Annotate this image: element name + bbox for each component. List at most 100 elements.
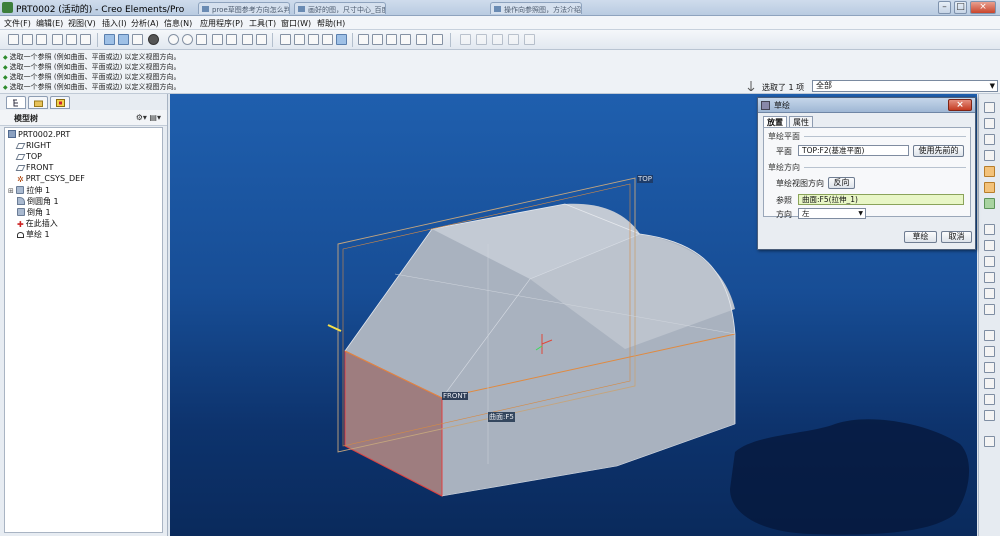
browser-tab-1[interactable]: proe草图参考方向怎么判断_百度 [198, 2, 290, 14]
new-file-icon[interactable] [8, 34, 19, 45]
print-icon[interactable] [52, 34, 63, 45]
browser-tab-3[interactable]: 操作向参照图，方法介绍 [490, 2, 582, 14]
datum-planes-icon[interactable] [358, 34, 369, 45]
shading-icon[interactable] [322, 34, 333, 45]
tab-properties[interactable]: 属性 [789, 116, 813, 127]
direction-select[interactable]: 左 ▼ [798, 208, 866, 219]
csys-tool-icon[interactable] [524, 34, 535, 45]
tab-model-tree[interactable] [6, 96, 26, 109]
select-icon[interactable] [132, 34, 143, 45]
close-window-button[interactable]: × [970, 1, 996, 14]
hidden-line-icon[interactable] [294, 34, 305, 45]
shell-tool-icon[interactable] [984, 240, 995, 251]
tree-item-front[interactable]: FRONT [15, 163, 53, 174]
zoom-out-icon[interactable] [182, 34, 193, 45]
selection-filter-select[interactable]: 全部 ▼ [812, 80, 998, 92]
plane-field[interactable]: TOP:F2(基准平面) [798, 145, 909, 156]
tree-item-top[interactable]: TOP [15, 152, 43, 163]
tree-item-right[interactable]: RIGHT [15, 141, 51, 152]
cancel-button[interactable]: 取消 [941, 231, 972, 243]
sweep-tool-icon[interactable] [984, 198, 995, 209]
find-icon[interactable] [118, 34, 129, 45]
tree-item-round[interactable]: 倒圆角 1 [17, 196, 59, 207]
direction-arrow-icon[interactable] [327, 324, 342, 332]
refit-icon[interactable] [196, 34, 207, 45]
email-icon[interactable] [66, 34, 77, 45]
tree-item-part[interactable]: PRT0002.PRT [8, 130, 70, 141]
hole-tool-icon[interactable] [984, 224, 995, 235]
csys-display-icon[interactable] [400, 34, 411, 45]
tree-settings-icon[interactable]: ⚙▾ ▤▾ [136, 113, 161, 122]
round-tool-icon[interactable] [984, 288, 995, 299]
plane-tool-icon[interactable] [460, 34, 471, 45]
menu-analysis[interactable]: 分析(A) [131, 18, 159, 29]
point-tool-icon[interactable] [492, 34, 503, 45]
tree-item-sketch[interactable]: 草绘 1 [17, 229, 50, 240]
expand-icon[interactable]: ⊞ [8, 187, 14, 195]
maximize-button[interactable]: □ [954, 1, 967, 14]
browser-tab-2[interactable]: 画好的图，尺寸中心_百度经验 [294, 2, 386, 14]
pattern-tool-icon[interactable] [984, 330, 995, 341]
draft-tool-icon[interactable] [984, 272, 995, 283]
merge-tool-icon[interactable] [984, 362, 995, 373]
layers-icon[interactable] [242, 34, 253, 45]
rib-tool-icon[interactable] [984, 256, 995, 267]
sketch-tool-icon[interactable] [984, 102, 995, 113]
tree-item-label: TOP [26, 152, 43, 161]
tree-item-chamfer[interactable]: 倒角 1 [17, 207, 51, 218]
annotation-icon[interactable] [416, 34, 427, 45]
minimize-button[interactable]: – [938, 1, 951, 14]
tab-folder-browser[interactable] [28, 96, 48, 109]
use-previous-button[interactable]: 使用先前的 [913, 145, 964, 157]
saved-views-icon[interactable] [226, 34, 237, 45]
dialog-title-bar[interactable]: 草绘 × [758, 98, 975, 113]
close-icon[interactable]: × [948, 99, 972, 111]
chamfer-tool-icon[interactable] [984, 304, 995, 315]
context-help-icon[interactable] [432, 34, 443, 45]
datum-points-icon[interactable] [386, 34, 397, 45]
sketch-ok-button[interactable]: 草绘 [904, 231, 937, 243]
tree-item-csys[interactable]: ✲ PRT_CSYS_DEF [17, 174, 85, 185]
regenerate-icon[interactable] [104, 34, 115, 45]
curve-tool-icon[interactable] [984, 150, 995, 161]
tree-item-extrude[interactable]: ⊞ 拉伸 1 [8, 185, 50, 196]
enhanced-realism-icon[interactable] [336, 34, 347, 45]
menu-file[interactable]: 文件(F) [4, 18, 31, 29]
offset-tool-icon[interactable] [984, 394, 995, 405]
open-file-icon[interactable] [22, 34, 33, 45]
solidify-tool-icon[interactable] [984, 436, 995, 447]
thicken-tool-icon[interactable] [984, 410, 995, 421]
trim-tool-icon[interactable] [984, 378, 995, 389]
tree-item-insert-here[interactable]: ✚ 在此插入 [17, 218, 58, 229]
wireframe-icon[interactable] [280, 34, 291, 45]
tab-label: 画好的图，尺寸中心_百度经验 [308, 6, 385, 14]
save-icon[interactable] [36, 34, 47, 45]
tab-placement[interactable]: 放置 [763, 116, 787, 127]
toolbar-separator [450, 33, 451, 47]
tab-favorites[interactable] [50, 96, 70, 109]
plane-tool-icon[interactable] [984, 118, 995, 129]
menu-tools[interactable]: 工具(T) [249, 18, 276, 29]
curve-tool-icon[interactable] [508, 34, 519, 45]
axis-tool-icon[interactable] [476, 34, 487, 45]
menu-edit[interactable]: 编辑(E) [36, 18, 63, 29]
zoom-in-icon[interactable] [168, 34, 179, 45]
no-hidden-icon[interactable] [308, 34, 319, 45]
copy-icon[interactable] [80, 34, 91, 45]
reorient-icon[interactable] [212, 34, 223, 45]
menu-help[interactable]: 帮助(H) [317, 18, 345, 29]
menu-window[interactable]: 窗口(W) [281, 18, 311, 29]
menu-info[interactable]: 信息(N) [164, 18, 192, 29]
menu-view[interactable]: 视图(V) [68, 18, 96, 29]
display-style-icon[interactable] [148, 34, 159, 45]
menu-insert[interactable]: 插入(I) [102, 18, 127, 29]
datum-axes-icon[interactable] [372, 34, 383, 45]
view-manager-icon[interactable] [256, 34, 267, 45]
extrude-tool-icon[interactable] [984, 166, 995, 177]
menu-applications[interactable]: 应用程序(P) [200, 18, 243, 29]
flip-button[interactable]: 反向 [828, 177, 855, 189]
reference-field[interactable]: 曲面:F5(拉伸_1) [798, 194, 964, 205]
mirror-tool-icon[interactable] [984, 346, 995, 357]
axis-tool-icon[interactable] [984, 134, 995, 145]
revolve-tool-icon[interactable] [984, 182, 995, 193]
